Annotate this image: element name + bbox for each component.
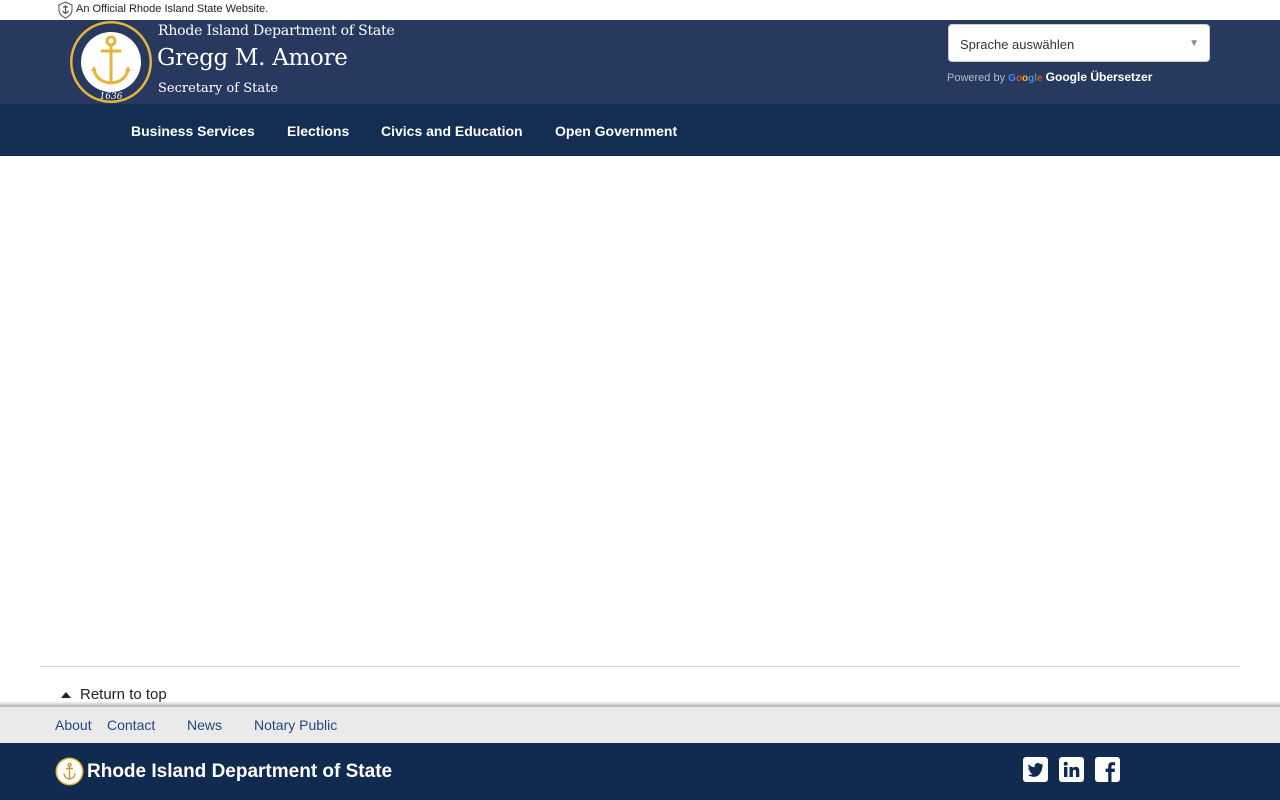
official-name: Gregg M. Amore — [157, 45, 348, 71]
seal-year: 1636 — [100, 92, 123, 102]
linkedin-icon[interactable] — [1059, 757, 1084, 782]
official-title: Secretary of State — [158, 81, 279, 96]
footer-seal-logo[interactable] — [55, 757, 84, 786]
site-header: 1636 Rhode Island Department of State Gr… — [0, 20, 1280, 104]
footer-link-about[interactable]: About — [55, 717, 92, 733]
nav-item-business-services[interactable]: Business Services — [131, 123, 255, 139]
footer-link-contact[interactable]: Contact — [107, 717, 155, 733]
footer-links-bar: About Contact News Notary Public — [0, 707, 1280, 743]
official-banner: An Official Rhode Island State Website. — [0, 0, 1280, 20]
state-seal-logo[interactable]: 1636 — [69, 20, 155, 106]
main-nav: Business Services Elections Civics and E… — [0, 104, 1280, 156]
arrow-up-icon — [61, 691, 71, 698]
facebook-icon[interactable] — [1095, 757, 1120, 782]
nav-item-civics-and-education[interactable]: Civics and Education — [381, 123, 523, 139]
footer-org-name: Rhode Island Department of State — [87, 761, 393, 782]
google-logo-letter: G — [1008, 73, 1016, 84]
nav-item-open-government[interactable]: Open Government — [555, 123, 677, 139]
department-name: Rhode Island Department of State — [158, 23, 395, 39]
powered-by-text: Powered by — [947, 72, 1006, 84]
powered-by-google: Powered by Google Google Übersetzer — [947, 70, 1152, 84]
google-logo-letter: e — [1037, 73, 1043, 84]
official-banner-text: An Official Rhode Island State Website. — [76, 3, 269, 15]
chevron-down-icon: ▼ — [1189, 38, 1199, 49]
language-select-value: Sprache auswählen — [960, 37, 1075, 52]
footer-link-news[interactable]: News — [187, 717, 222, 733]
ri-flag-icon — [58, 1, 73, 19]
footer-link-notary-public[interactable]: Notary Public — [254, 717, 337, 733]
language-select[interactable]: Sprache auswählen ▼ — [948, 24, 1210, 62]
site-footer: Rhode Island Department of State — [0, 743, 1280, 800]
nav-item-elections[interactable]: Elections — [287, 123, 349, 139]
content-divider — [40, 666, 1240, 667]
google-logo[interactable]: Google — [1008, 73, 1042, 84]
google-translate-label: Google Übersetzer — [1045, 70, 1153, 84]
twitter-icon[interactable] — [1023, 757, 1048, 782]
